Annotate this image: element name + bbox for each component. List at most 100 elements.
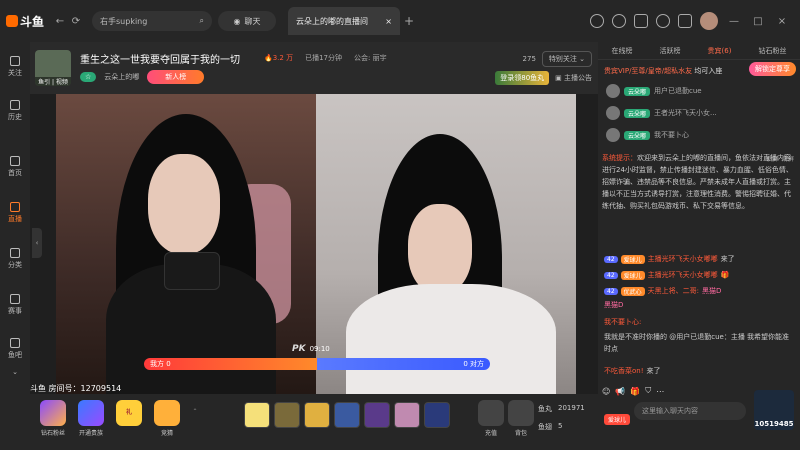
gift-item[interactable] [394, 402, 420, 428]
pk-logo: PK [292, 344, 306, 354]
level-badge: 42 [604, 255, 618, 263]
tab-diamond-fans[interactable]: 钻石粉丝 [758, 46, 786, 56]
clock-icon [10, 100, 20, 110]
tab-live-room[interactable]: 云朵上的嘟的直播间 × [288, 7, 400, 35]
gift-item[interactable] [304, 402, 330, 428]
user-avatar[interactable] [700, 12, 718, 30]
tab-add-icon[interactable]: + [400, 14, 418, 28]
douyu-logo[interactable]: 斗鱼 [6, 13, 52, 30]
clock-icon[interactable] [590, 14, 604, 28]
gift-pack-button[interactable]: 礼 [112, 400, 146, 428]
back-icon[interactable]: ← [52, 16, 68, 27]
chat-input[interactable]: 这里输入聊天内容 [634, 402, 746, 420]
chat-message[interactable]: 不吃香菜on! 来了 [604, 366, 661, 376]
chat-list: 系统提示：欢迎来到云朵上的嘟的直播间，鱼依法对直播内容进行24小时监督，禁止传播… [602, 152, 794, 212]
maximize-icon[interactable]: □ [750, 16, 766, 27]
chat-text: 黑猫D [702, 287, 722, 295]
chat-message[interactable]: 黑猫D [604, 300, 623, 310]
signin-reward-button[interactable]: 登录领80鱼丸 [495, 71, 550, 85]
anchor-avatar[interactable]: 鱼引 | 视频 [35, 50, 71, 86]
tab-close-icon[interactable]: × [385, 17, 392, 26]
guess-button[interactable]: 竞猜 [150, 400, 184, 437]
gift-item[interactable] [424, 402, 450, 428]
top-icon-group: — □ × [590, 0, 800, 42]
follow-button[interactable]: 特别关注 ⌄ [541, 51, 592, 67]
sidebar-item-live[interactable]: 直播 [0, 202, 30, 224]
refresh-icon[interactable]: ⟳ [68, 16, 84, 27]
megaphone-icon[interactable]: 📢 [615, 387, 625, 396]
body-shape [346, 284, 556, 394]
chat-button[interactable]: ◉ 聊天 [218, 11, 276, 31]
gift-bar-label: 开通贵族 [78, 430, 103, 437]
backpack-button[interactable]: 背包 [504, 400, 538, 437]
tab-active-rank[interactable]: 活跃榜 [660, 46, 681, 56]
sidebar-collapse-icon[interactable]: ⌄ [0, 368, 30, 376]
chat-user-name: 天黑上将、二哥: [647, 287, 700, 295]
heart-icon[interactable] [612, 14, 626, 28]
gift-item[interactable] [244, 402, 270, 428]
collapse-arrow-icon[interactable]: ‹ [32, 228, 42, 258]
home-icon [10, 156, 20, 166]
emoji-icon[interactable]: ☺ [602, 387, 610, 396]
gift-item[interactable] [274, 402, 300, 428]
list-item[interactable]: 云朵嘟 王者光环飞天小女... [606, 106, 717, 120]
pk-timer-text: 09:10 [309, 345, 330, 353]
vip-hint: 贵宾VIP/至尊/皇帝/超私水友 均可入座 [604, 66, 722, 76]
announcement-button[interactable]: ▣ 主播公告 [555, 73, 592, 83]
fishbar-icon [10, 338, 20, 348]
search-input[interactable]: 右手supking [100, 16, 147, 27]
gear-icon[interactable] [656, 14, 670, 28]
chat-message[interactable]: 42 优武心 天黑上将、二哥: 黑猫D [604, 286, 721, 296]
unlock-button[interactable]: 解锁定尊享 [749, 62, 796, 76]
tab-title: 云朵上的嘟的直播间 [296, 16, 368, 26]
diamond-icon [40, 400, 66, 426]
system-prefix: 系统提示： [602, 154, 637, 162]
gift-icon[interactable]: 🎁 [630, 387, 640, 396]
noble-button[interactable]: 开通贵族 [74, 400, 108, 437]
chat-message[interactable]: 42 爱球儿 主播光环飞天小女嘟嘟 🎁 [604, 270, 729, 280]
recharge-button[interactable]: 充值 [474, 400, 508, 437]
gift-user-badge[interactable]: 爱球儿 [604, 414, 631, 425]
sidebar-item-follow[interactable]: 关注 [0, 56, 30, 78]
chat-message[interactable]: 42 爱球儿 主播光环飞天小女嘟嘟 来了 [604, 254, 735, 264]
tab-vip[interactable]: 贵宾(6) [708, 46, 732, 56]
trophy-icon [10, 294, 20, 304]
list-item[interactable]: 云朵嘟 我不要卜心 [606, 128, 689, 142]
pk-left-side: 我方 0 [144, 358, 317, 370]
anchor-name[interactable]: 云朵上的嘟 [104, 72, 139, 82]
more-icon[interactable]: ⋯ [656, 387, 664, 396]
task-icon[interactable] [634, 14, 648, 28]
list-item[interactable]: 云朵嘟 用户已退勤cue [606, 84, 702, 98]
message-icon[interactable] [678, 14, 692, 28]
room-title: 重生之这一世我要夺回属于我的一切 [80, 55, 240, 66]
close-icon[interactable]: × [774, 16, 790, 27]
scroll-up-icon[interactable]: ⌃ [188, 408, 202, 415]
top-bar: 斗鱼 ← ⟳ 右手supking ⌕ ◉ 聊天 云朵上的嘟的直播间 × + — … [0, 0, 800, 42]
heart-icon [10, 56, 20, 66]
minimize-icon[interactable]: — [726, 16, 742, 27]
sidebar-item-events[interactable]: 赛事 [0, 294, 30, 316]
chat-message[interactable]: 我不要卜心: 我就是不准时你播的 @用户已退勤cue：主播 我希望你能准时点 [604, 316, 794, 355]
send-button[interactable]: 10519485 [754, 390, 794, 430]
pk-timer: PK 09:10 [292, 344, 330, 354]
gift-item[interactable] [364, 402, 390, 428]
sidebar-item-history[interactable]: 历史 [0, 100, 30, 122]
video-player[interactable]: PK 09:10 我方 0 0 对方 [56, 94, 576, 394]
gift-icon: 🎁 [720, 271, 730, 279]
tab-online-rank[interactable]: 在线榜 [612, 46, 633, 56]
shield-icon[interactable]: ⛉ [645, 386, 651, 396]
announcement-label: 主播公告 [564, 74, 592, 82]
stream-right [316, 94, 576, 394]
guild-label[interactable]: 公会: 丽宇 [354, 53, 387, 63]
sidebar-item-category[interactable]: 分类 [0, 248, 30, 270]
diamond-fan-button[interactable]: 钻石粉丝 [36, 400, 70, 437]
logo-text: 斗鱼 [20, 14, 45, 29]
search-box[interactable]: 右手supking ⌕ [92, 11, 212, 31]
fishchip-value: 5 [558, 422, 563, 430]
sidebar-item-home[interactable]: 首页 [0, 156, 30, 178]
search-icon[interactable]: ⌕ [200, 16, 204, 26]
gift-item[interactable] [334, 402, 360, 428]
newstar-badge[interactable]: 新人榜 [147, 70, 205, 84]
sidebar-item-fishbar[interactable]: 鱼吧 [0, 338, 30, 360]
system-message: 系统提示：欢迎来到云朵上的嘟的直播间，鱼依法对直播内容进行24小时监督，禁止传播… [602, 152, 794, 212]
